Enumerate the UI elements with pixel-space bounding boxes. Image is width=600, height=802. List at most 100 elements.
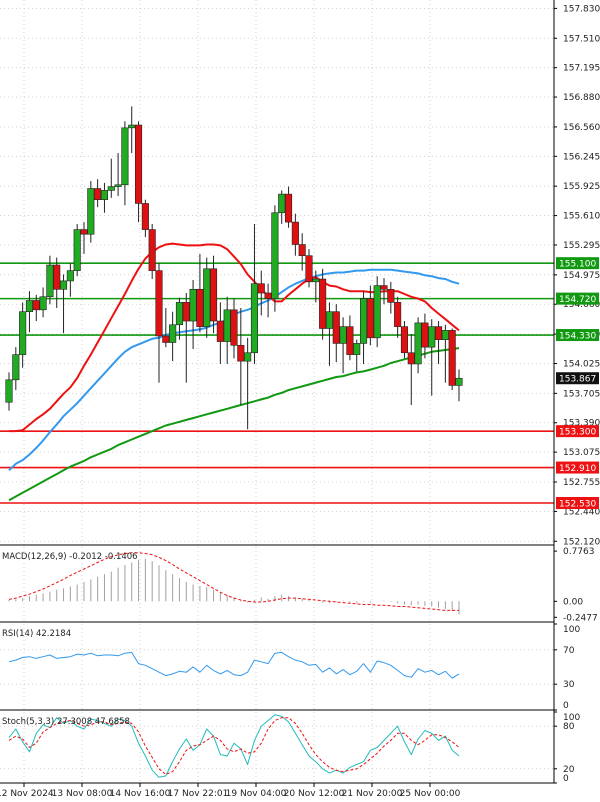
candle-body (319, 278, 327, 329)
candle-body (244, 352, 252, 362)
price-tick-label: 153.075 (563, 448, 600, 458)
candle-body (407, 352, 415, 365)
candle-body (32, 300, 40, 311)
candle-body (346, 326, 354, 355)
candle-body (25, 300, 34, 312)
candle-body (175, 302, 184, 326)
candle-body (278, 193, 286, 214)
bullish-candle (203, 257, 211, 338)
candle-body (134, 124, 143, 204)
candle-body (366, 298, 374, 339)
time-tick-label: 25 Nov 00:00 (400, 789, 461, 799)
candle-body (421, 322, 429, 348)
candle-body (380, 285, 388, 290)
time-tick-label: 19 Nov 04:00 (226, 789, 287, 799)
candle-body (216, 320, 224, 342)
candle-body (325, 311, 334, 329)
time-tick-label: 17 Nov 22:01 (168, 789, 229, 799)
candle-body (264, 292, 272, 299)
stochastic-label: Stoch(5,3,3) 27.3008 47.6858 (2, 717, 130, 727)
bearish-candle (400, 321, 409, 359)
stochastic-tick-label: 80 (563, 722, 575, 732)
candle-body (257, 283, 265, 294)
macd-tick-label: 0.7763 (563, 547, 595, 557)
price-tick-label: 156.245 (563, 152, 600, 162)
candle-body (237, 344, 245, 362)
trading-chart[interactable]: MACD(12,26,9) -0.2012 -0.1406 RSI(14) 42… (0, 0, 600, 802)
candle-body (223, 309, 231, 342)
macd-tick-label: -0.2477 (563, 613, 598, 623)
candle-body (128, 124, 136, 129)
price-axis: 157.830 157.510 157.195 156.880 156.560 156.2… (554, 4, 600, 784)
resistance-level-label: 154.330 (559, 332, 596, 342)
candle-body (121, 127, 129, 186)
candle-body (250, 283, 259, 354)
price-tick-label: 156.560 (563, 123, 600, 133)
price-tick-label: 157.195 (563, 64, 600, 74)
candle-body (339, 326, 347, 344)
candle-body (203, 268, 211, 327)
price-tick-label: 157.830 (563, 4, 600, 14)
time-tick-label: 13 Nov 08:00 (52, 789, 113, 799)
bullish-candle (373, 276, 381, 348)
candle-body (94, 188, 102, 201)
candle-body (209, 268, 218, 322)
candle-body (400, 326, 409, 354)
candle-body (87, 188, 95, 235)
price-tick-label: 154.025 (563, 359, 600, 369)
candle-body (298, 244, 306, 257)
price-tick-label: 155.610 (563, 212, 600, 222)
rsi-panel[interactable]: RSI(14) 42.2184 (0, 624, 554, 710)
candle-body (441, 330, 449, 340)
support-level-label: 152.910 (559, 464, 596, 474)
time-tick-label: 21 Nov 20:00 (342, 789, 403, 799)
candle-body (107, 186, 115, 191)
rsi-grid (0, 624, 554, 710)
bullish-candle (271, 205, 279, 312)
time-axis: 12 Nov 202413 Nov 08:0014 Nov 16:0017 No… (0, 783, 461, 799)
candle-body (182, 302, 190, 322)
candle-body (414, 322, 422, 365)
candle-body (19, 311, 27, 355)
candle-body (148, 229, 156, 271)
candle-body (230, 309, 238, 346)
price-panel[interactable] (0, 0, 554, 545)
stochastic-tick-label: 0 (563, 774, 569, 784)
candle-body (46, 264, 54, 298)
rsi-tick-label: 100 (563, 625, 580, 635)
price-tick-label: 157.510 (563, 34, 600, 44)
time-tick-label: 14 Nov 16:00 (110, 789, 171, 799)
candle-body (271, 212, 279, 299)
price-tick-label: 152.120 (563, 537, 600, 547)
price-tick-label: 156.880 (563, 93, 600, 103)
price-tick-label: 155.295 (563, 241, 600, 251)
bearish-candle (148, 223, 156, 280)
candle-body (162, 335, 170, 343)
candle-body (387, 288, 395, 303)
candle-body (434, 326, 443, 340)
candle-body (114, 184, 122, 187)
rsi-plot (8, 651, 460, 679)
candle-body (284, 193, 293, 223)
price-tick-label: 154.975 (563, 271, 600, 281)
time-tick-label: 20 Nov 12:00 (284, 789, 345, 799)
candle-body (448, 330, 456, 386)
macd-panel[interactable]: MACD(12,26,9) -0.2012 -0.1406 (2, 547, 460, 622)
candle-body (332, 311, 340, 344)
rsi-tick-label: 0 (563, 701, 569, 711)
candle-body (189, 288, 197, 322)
bullish-candle (87, 181, 95, 243)
macd-label: MACD(12,26,9) -0.2012 -0.1406 (2, 552, 138, 562)
candle-body (141, 203, 149, 230)
candle-body (359, 298, 368, 344)
candle-body (12, 354, 20, 381)
resistance-level-label: 155.100 (559, 260, 596, 270)
candle-body (196, 288, 204, 327)
candle-body (66, 270, 74, 282)
candle-body (394, 302, 402, 327)
candle-body (53, 264, 61, 290)
bearish-candle (448, 328, 456, 391)
current-price-label: 153.867 (559, 375, 596, 385)
stochastic-panel[interactable]: Stoch(5,3,3) 27.3008 47.6858 (0, 712, 554, 783)
bullish-candle (73, 223, 81, 277)
